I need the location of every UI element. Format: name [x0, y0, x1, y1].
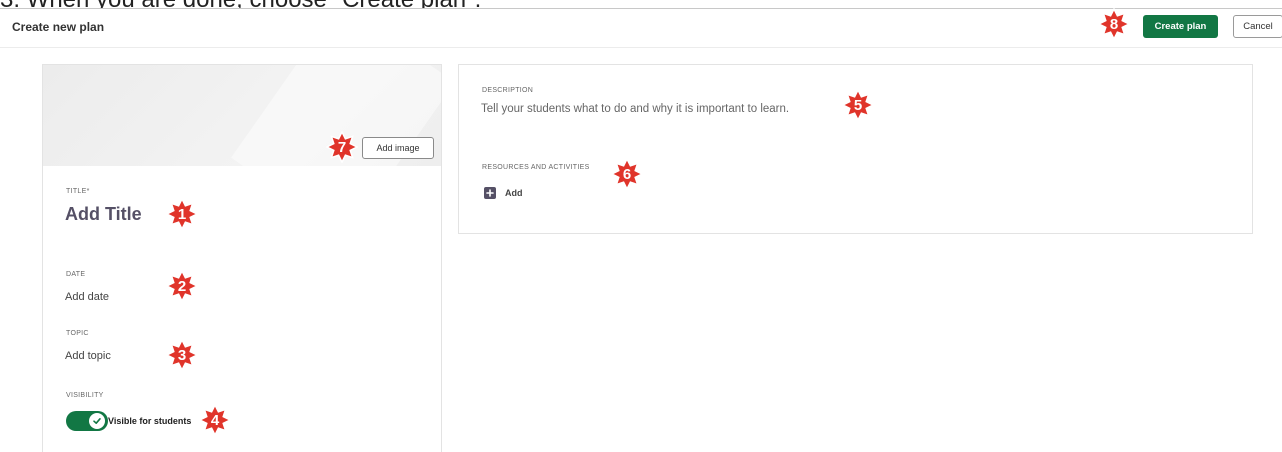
- topic-label: TOPIC: [66, 330, 89, 337]
- top-bar: Create new plan Create plan Cancel: [0, 8, 1282, 48]
- callout-2-badge: 2: [166, 270, 198, 302]
- add-resource-button[interactable]: Add: [484, 187, 523, 199]
- visibility-label: VISIBILITY: [66, 392, 104, 399]
- visibility-toggle[interactable]: [66, 411, 108, 431]
- callout-1-badge: 1: [166, 198, 198, 230]
- add-resource-label: Add: [505, 188, 523, 198]
- description-input[interactable]: Tell your students what to do and why it…: [481, 103, 789, 115]
- check-icon: [89, 413, 105, 429]
- cancel-button[interactable]: Cancel: [1233, 15, 1282, 38]
- description-label: DESCRIPTION: [482, 87, 534, 94]
- callout-4-badge: 4: [199, 404, 231, 436]
- add-image-button[interactable]: Add image: [362, 137, 434, 159]
- title-label: TITLE*: [66, 188, 90, 195]
- plus-icon: [484, 187, 496, 199]
- callout-8-badge: 8: [1098, 8, 1130, 40]
- date-label: DATE: [66, 271, 86, 278]
- plan-details-card: Add image TITLE* Add Title DATE Add date…: [42, 64, 442, 452]
- callout-7-badge: 7: [326, 131, 358, 163]
- page-title: Create new plan: [12, 20, 105, 34]
- callout-6-badge: 6: [611, 158, 643, 190]
- visibility-toggle-label: Visible for students: [108, 416, 192, 426]
- date-field[interactable]: Add date: [65, 291, 109, 303]
- create-plan-button[interactable]: Create plan: [1143, 15, 1218, 38]
- title-input[interactable]: Add Title: [65, 204, 142, 225]
- resources-label: RESOURCES AND ACTIVITIES: [482, 164, 590, 171]
- callout-5-badge: 5: [842, 89, 874, 121]
- topic-field[interactable]: Add topic: [65, 350, 111, 362]
- callout-3-badge: 3: [166, 339, 198, 371]
